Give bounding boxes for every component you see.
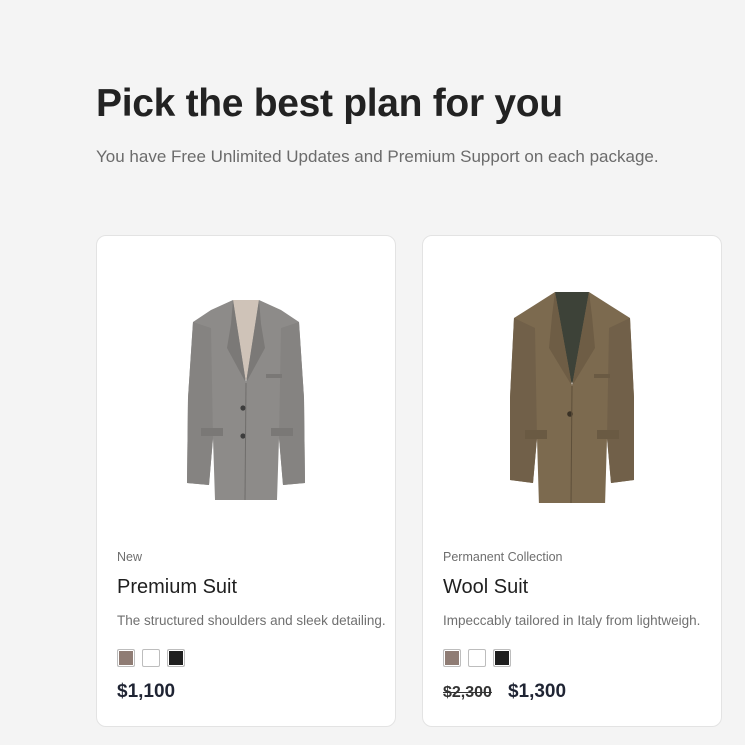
swatch-black[interactable] (493, 649, 511, 667)
original-price: $2,300 (443, 684, 492, 701)
product-tag: New (117, 550, 143, 564)
olive-blazer-image[interactable] (497, 288, 647, 508)
product-card-premium-suit[interactable]: New Premium Suit The structured shoulder… (96, 235, 396, 727)
color-swatches (443, 649, 511, 667)
swatch-black[interactable] (167, 649, 185, 667)
swatch-white[interactable] (142, 649, 160, 667)
product-name[interactable]: Premium Suit (117, 576, 237, 599)
price-row: $2,300 $1,300 (443, 681, 566, 703)
grey-blazer-image[interactable] (171, 288, 321, 508)
price-row: $1,100 (117, 681, 175, 703)
product-description: Impeccably tailored in Italy from lightw… (443, 613, 701, 628)
product-card-wool-suit[interactable]: Permanent Collection Wool Suit Impeccabl… (422, 235, 722, 727)
swatch-taupe[interactable] (443, 649, 461, 667)
product-name[interactable]: Wool Suit (443, 576, 528, 599)
product-tag: Permanent Collection (443, 550, 563, 564)
product-price: $1,100 (117, 681, 176, 702)
color-swatches (117, 649, 185, 667)
product-price: $1,300 (507, 681, 567, 702)
page-subtitle: You have Free Unlimited Updates and Prem… (96, 147, 659, 166)
product-description: The structured shoulders and sleek detai… (117, 613, 386, 628)
swatch-white[interactable] (468, 649, 486, 667)
swatch-taupe[interactable] (117, 649, 135, 667)
page-title: Pick the best plan for you (96, 82, 563, 125)
pricing-page: Pick the best plan for you You have Free… (0, 0, 745, 745)
